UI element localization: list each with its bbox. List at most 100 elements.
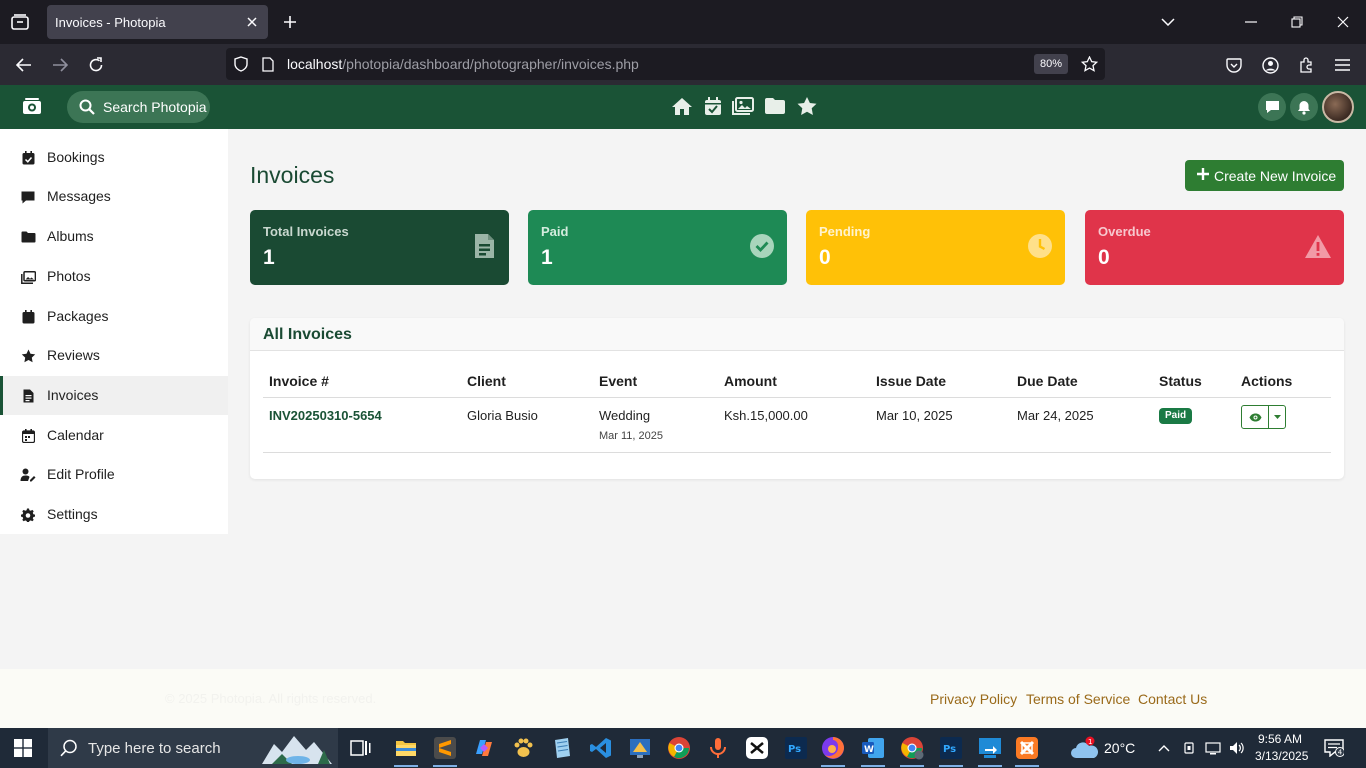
vscode-icon[interactable] (589, 736, 613, 760)
tab-list-icon[interactable] (8, 11, 32, 33)
restore-icon[interactable] (1287, 12, 1307, 32)
reload-icon[interactable] (84, 53, 108, 77)
microphone-icon[interactable] (706, 736, 730, 760)
tab-title: Invoices - Photopia (55, 15, 166, 30)
chrome-icon[interactable] (667, 736, 691, 760)
account-icon[interactable] (1258, 53, 1282, 77)
column-header[interactable]: Status (1159, 373, 1202, 389)
close-tab-icon[interactable] (244, 14, 260, 30)
capcut-icon[interactable] (745, 736, 769, 760)
photoshop-icon[interactable]: Ps (784, 736, 808, 760)
close-window-icon[interactable] (1333, 12, 1353, 32)
actions-dropdown-toggle[interactable] (1268, 405, 1286, 429)
copilot-icon[interactable] (472, 736, 496, 760)
firefox-icon[interactable] (821, 736, 845, 760)
word-icon[interactable]: W (861, 736, 885, 760)
forward-icon[interactable] (48, 53, 72, 77)
search-photopia[interactable]: Search Photopia (67, 91, 210, 123)
browser-tab[interactable]: Invoices - Photopia (47, 5, 268, 39)
notification-center-icon[interactable]: 4 (1324, 739, 1344, 757)
zoom-level[interactable]: 80% (1034, 54, 1068, 74)
column-header[interactable]: Actions (1241, 373, 1292, 389)
column-header[interactable]: Invoice # (269, 373, 329, 389)
sidebar-item-label: Reviews (47, 347, 100, 363)
app-header: Search Photopia (0, 85, 1366, 129)
stat-value: 1 (263, 246, 275, 269)
folder-icon[interactable] (763, 94, 787, 118)
sidebar-item-packages[interactable]: Packages (0, 297, 228, 336)
remote-desktop-icon[interactable] (978, 736, 1002, 760)
sidebar-item-label: Invoices (47, 387, 99, 403)
extensions-icon[interactable] (1294, 53, 1318, 77)
task-view-icon[interactable] (348, 736, 372, 760)
home-icon[interactable] (670, 94, 694, 118)
avatar[interactable] (1322, 91, 1354, 123)
paw-app-icon[interactable] (511, 736, 535, 760)
device-icon[interactable] (1181, 740, 1197, 756)
messages-button[interactable] (1258, 93, 1286, 121)
create-new-invoice-button[interactable]: Create New Invoice (1185, 160, 1344, 191)
column-header[interactable]: Event (599, 373, 637, 389)
search-icon (60, 739, 77, 757)
sidebar-item-reviews[interactable]: Reviews (0, 336, 228, 375)
page-icon[interactable] (259, 55, 277, 73)
notepad-icon[interactable] (550, 736, 574, 760)
weather-cloud-icon[interactable]: 1 (1070, 736, 1098, 760)
star-icon[interactable] (795, 94, 819, 118)
network-icon[interactable] (1205, 740, 1221, 756)
volume-icon[interactable] (1229, 740, 1245, 756)
column-header[interactable]: Client (467, 373, 506, 389)
column-header[interactable]: Issue Date (876, 373, 946, 389)
sidebar-item-bookings[interactable]: Bookings (0, 138, 228, 177)
back-icon[interactable] (12, 53, 36, 77)
sidebar-item-edit-profile[interactable]: Edit Profile (0, 455, 228, 494)
sidebar-item-calendar[interactable]: Calendar (0, 416, 228, 455)
file-explorer-icon[interactable] (394, 736, 418, 760)
list-all-tabs-icon[interactable] (1158, 12, 1178, 32)
sublime-text-icon[interactable] (433, 736, 457, 760)
calendar-icon (20, 428, 36, 444)
sidebar-item-albums[interactable]: Albums (0, 217, 228, 256)
invoice-number-link[interactable]: INV20250310-5654 (269, 408, 382, 423)
sidebar-item-label: Photos (47, 268, 91, 284)
pocket-icon[interactable] (1222, 53, 1246, 77)
star-icon (20, 348, 36, 364)
new-tab-icon[interactable] (280, 12, 300, 32)
stat-title: Overdue (1098, 224, 1151, 239)
shield-icon[interactable] (232, 55, 250, 73)
stat-value: 0 (819, 246, 831, 269)
settings-app-icon[interactable] (628, 736, 652, 760)
sidebar-item-settings[interactable]: Settings (0, 495, 228, 534)
sidebar-item-invoices[interactable]: Invoices (0, 376, 228, 415)
images-icon[interactable] (731, 94, 755, 118)
contact-us-link[interactable]: Contact Us (1138, 691, 1207, 707)
column-header[interactable]: Due Date (1017, 373, 1078, 389)
taskbar-search[interactable]: Type here to search (48, 728, 338, 768)
sidebar-item-messages[interactable]: Messages (0, 177, 228, 216)
view-invoice-button[interactable] (1241, 405, 1269, 429)
chrome-profile-icon[interactable] (900, 736, 924, 760)
calendar-check-icon[interactable] (701, 94, 725, 118)
clock-icon (1027, 232, 1053, 260)
minimize-icon[interactable] (1241, 12, 1261, 32)
windows-taskbar: Type here to search Ps W Ps 1 20°C 9:56 … (0, 728, 1366, 768)
bookmark-star-icon[interactable] (1080, 55, 1098, 73)
notifications-button[interactable] (1290, 93, 1318, 121)
menu-icon[interactable] (1330, 53, 1354, 77)
search-highlight-art (262, 736, 332, 764)
clock-date[interactable]: 3/13/2025 (1255, 749, 1308, 763)
clock-time[interactable]: 9:56 AM (1258, 732, 1302, 746)
show-hidden-icons-icon[interactable] (1156, 740, 1172, 756)
url-bar[interactable]: localhost/photopia/dashboard/photographe… (226, 48, 1105, 80)
photoshop-2-icon[interactable]: Ps (939, 736, 963, 760)
xampp-icon[interactable] (1015, 736, 1039, 760)
temperature[interactable]: 20°C (1104, 740, 1135, 756)
column-header[interactable]: Amount (724, 373, 777, 389)
camera-logo-icon[interactable] (21, 95, 43, 117)
terms-of-service-link[interactable]: Terms of Service (1026, 691, 1130, 707)
sidebar-item-label: Settings (47, 506, 98, 522)
sidebar-item-photos[interactable]: Photos (0, 257, 228, 296)
stat-card-total-invoices: Total Invoices 1 (250, 210, 509, 285)
windows-start-icon[interactable] (14, 739, 32, 757)
privacy-policy-link[interactable]: Privacy Policy (930, 691, 1017, 707)
